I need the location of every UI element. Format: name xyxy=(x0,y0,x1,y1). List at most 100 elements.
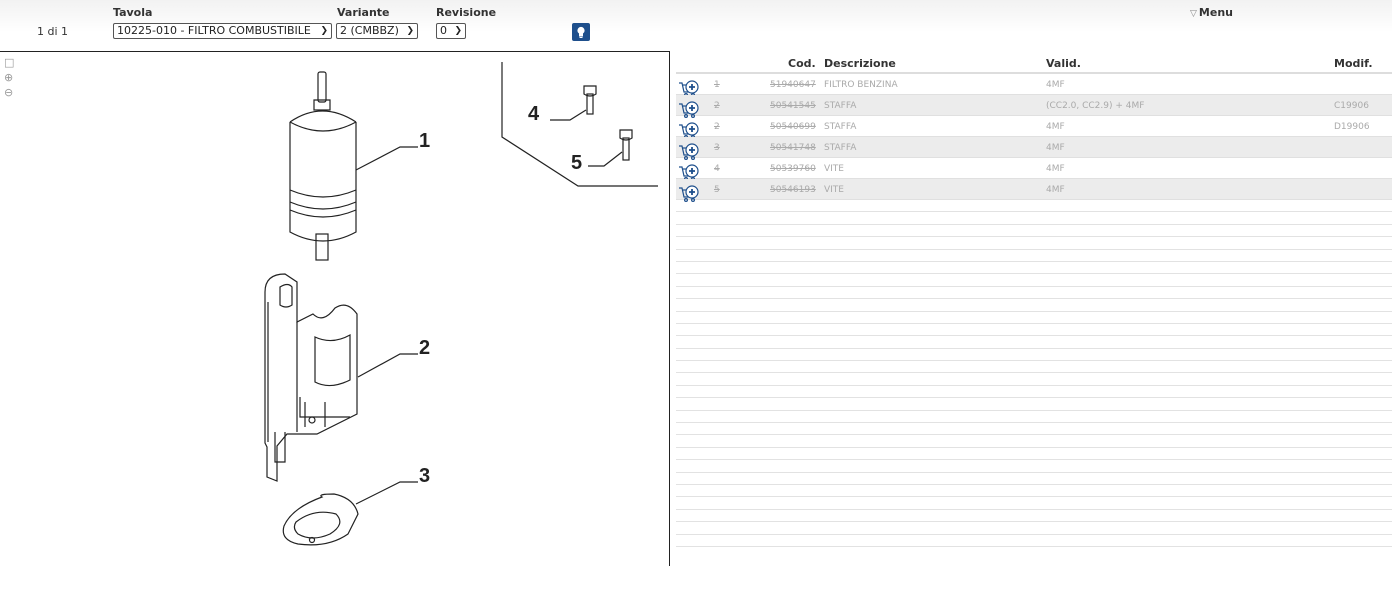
fit-page-icon[interactable]: □ xyxy=(4,56,18,71)
cod-cell: 51940647 xyxy=(770,80,816,90)
empty-row xyxy=(676,324,1392,337)
modif-cell: C19906 xyxy=(1334,101,1369,111)
zoom-out-icon[interactable]: ⊖ xyxy=(4,86,18,101)
valid-cell: 4MF xyxy=(1046,80,1065,90)
empty-row xyxy=(676,299,1392,312)
table-row[interactable]: 2 50540699 STAFFA 4MF D19906 xyxy=(676,116,1392,140)
empty-row xyxy=(676,435,1392,448)
empty-row xyxy=(676,212,1392,225)
descrizione-cell: VITE xyxy=(824,164,844,174)
menu-label: Menu xyxy=(1198,6,1233,19)
empty-row xyxy=(676,411,1392,424)
exploded-drawing-pane[interactable]: □ ⊕ ⊖ 1 2 3 4 5 xyxy=(0,51,670,566)
parts-table: Cod. Descrizione Valid. Modif. 1 51940647… xyxy=(676,52,1392,547)
empty-row xyxy=(676,262,1392,275)
pos-cell: 2 xyxy=(714,101,720,111)
empty-row xyxy=(676,485,1392,498)
cod-cell: 50541748 xyxy=(770,143,816,153)
table-header: Cod. Descrizione Valid. Modif. xyxy=(676,52,1392,74)
callout-5: 5 xyxy=(571,152,582,174)
table-row[interactable]: 3 50541748 STAFFA 4MF xyxy=(676,137,1392,161)
tavola-select-value: 10225-010 - FILTRO COMBUSTIBILE xyxy=(117,24,311,37)
descrizione-cell: FILTRO BENZINA xyxy=(824,80,898,90)
empty-row xyxy=(676,274,1392,287)
empty-row xyxy=(676,336,1392,349)
table-row[interactable]: 2 50541545 STAFFA (CC2.0, CC2.9) + 4MF C1990… xyxy=(676,95,1392,119)
menu-toggle[interactable]: ▽ Menu xyxy=(1190,6,1233,19)
pos-cell: 2 xyxy=(714,122,720,132)
empty-row xyxy=(676,535,1392,547)
empty-row xyxy=(676,423,1392,436)
table-row[interactable]: 4 50539760 VITE 4MF xyxy=(676,158,1392,182)
empty-row xyxy=(676,398,1392,411)
revisione-label: Revisione xyxy=(436,6,497,19)
empty-row xyxy=(676,361,1392,374)
cod-cell: 50546193 xyxy=(770,185,816,195)
empty-rows xyxy=(676,200,1392,547)
column-header-descrizione[interactable]: Descrizione xyxy=(824,57,896,70)
bolt-5-drawing xyxy=(588,129,633,167)
callout-1: 1 xyxy=(419,130,430,152)
pos-cell: 3 xyxy=(714,143,720,153)
revisione-select-value: 0 xyxy=(440,24,447,37)
plate-drawing xyxy=(282,481,418,546)
chevron-down-icon: ❯ xyxy=(320,26,328,36)
cod-cell: 50541545 xyxy=(770,101,816,111)
column-header-valid[interactable]: Valid. xyxy=(1046,57,1081,70)
valid-cell: 4MF xyxy=(1046,143,1065,153)
empty-row xyxy=(676,237,1392,250)
empty-row xyxy=(676,460,1392,473)
empty-row xyxy=(676,448,1392,461)
empty-row xyxy=(676,497,1392,510)
cod-cell: 50540699 xyxy=(770,122,816,132)
valid-cell: (CC2.0, CC2.9) + 4MF xyxy=(1046,101,1145,111)
pos-cell: 1 xyxy=(714,80,720,90)
callout-4: 4 xyxy=(528,103,540,125)
callout-3: 3 xyxy=(419,465,430,487)
empty-row xyxy=(676,349,1392,362)
parts-diagram: 1 2 3 4 5 xyxy=(264,62,658,546)
chevron-down-icon: ❯ xyxy=(406,26,414,36)
variante-select[interactable]: 2 (CMBBZ) ❯ xyxy=(336,23,418,39)
variante-label: Variante xyxy=(337,6,390,19)
empty-row xyxy=(676,200,1392,213)
zoom-in-icon[interactable]: ⊕ xyxy=(4,71,18,86)
valid-cell: 4MF xyxy=(1046,122,1065,132)
table-row[interactable]: 5 50546193 VITE 4MF xyxy=(676,179,1392,203)
column-header-cod[interactable]: Cod. xyxy=(788,57,816,70)
variante-select-value: 2 (CMBBZ) xyxy=(340,24,399,37)
empty-row xyxy=(676,386,1392,399)
empty-row xyxy=(676,225,1392,238)
empty-row xyxy=(676,510,1392,523)
empty-row xyxy=(676,250,1392,262)
descrizione-cell: VITE xyxy=(824,185,844,195)
table-body: 1 51940647 FILTRO BENZINA 4MF 2 50541545 STAFF… xyxy=(676,74,1392,203)
bolt-4-drawing xyxy=(550,85,597,121)
empty-row xyxy=(676,522,1392,535)
valid-cell: 4MF xyxy=(1046,185,1065,195)
descrizione-cell: STAFFA xyxy=(824,122,857,132)
column-header-modif[interactable]: Modif. xyxy=(1334,57,1373,70)
cod-cell: 50539760 xyxy=(770,164,816,174)
fuel-filter-drawing xyxy=(289,71,418,261)
add-to-cart-icon[interactable] xyxy=(678,185,700,203)
bracket-drawing xyxy=(264,273,418,482)
triangle-down-icon: ▽ xyxy=(1190,9,1197,19)
top-toolbar: Tavola Variante Revisione 1 di 1 10225-0… xyxy=(0,0,1392,46)
lightbulb-button[interactable] xyxy=(572,23,590,41)
descrizione-cell: STAFFA xyxy=(824,143,857,153)
descrizione-cell: STAFFA xyxy=(824,101,857,111)
empty-row xyxy=(676,373,1392,386)
pos-cell: 5 xyxy=(714,185,720,195)
empty-row xyxy=(676,287,1392,300)
table-row[interactable]: 1 51940647 FILTRO BENZINA 4MF xyxy=(676,74,1392,98)
lightbulb-icon xyxy=(577,26,585,38)
valid-cell: 4MF xyxy=(1046,164,1065,174)
tavola-select[interactable]: 10225-010 - FILTRO COMBUSTIBILE ❯ xyxy=(113,23,332,39)
tavola-label: Tavola xyxy=(113,6,153,19)
zoom-tools: □ ⊕ ⊖ xyxy=(4,56,18,101)
empty-row xyxy=(676,312,1392,324)
callout-2: 2 xyxy=(419,337,430,359)
pos-cell: 4 xyxy=(714,164,720,174)
revisione-select[interactable]: 0 ❯ xyxy=(436,23,466,39)
